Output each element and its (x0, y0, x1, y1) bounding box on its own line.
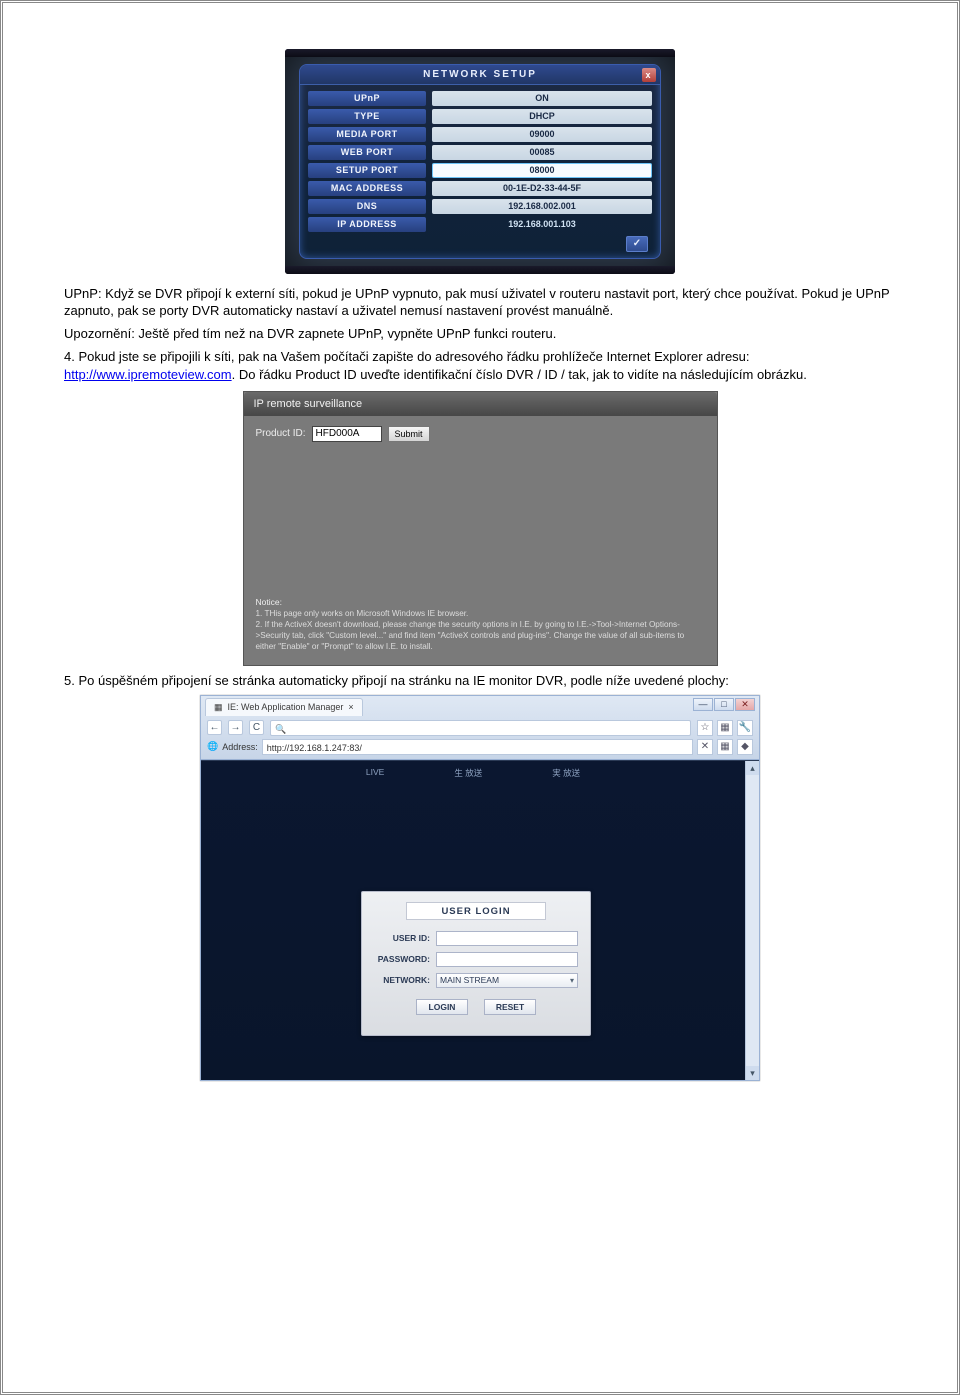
paragraph-warning: Upozornění: Ještě před tím než na DVR za… (64, 325, 896, 342)
scroll-up-icon[interactable]: ▴ (746, 761, 759, 775)
network-setup-dialog: NETWORK SETUP x UPnP ON TYPE DHCP MEDIA PO… (299, 64, 661, 259)
page-icon: ▦ (214, 702, 223, 713)
login-title: USER LOGIN (406, 902, 546, 920)
product-id-label: Product ID: (256, 428, 306, 439)
toolbar-icon-3[interactable]: ◆ (737, 739, 753, 755)
omnibox-input[interactable]: 🔍 (270, 720, 691, 736)
row-value-dns[interactable]: 192.168.002.001 (432, 199, 652, 214)
notice-heading: Notice: (256, 597, 705, 608)
user-id-label: USER ID: (374, 933, 430, 943)
dialog-titlebar: NETWORK SETUP x (300, 65, 660, 85)
wrench-icon[interactable]: 🔧 (737, 720, 753, 736)
paragraph-upnp-desc: UPnP: Když se DVR připojí k externí síti… (64, 285, 896, 319)
row-value-mediaport[interactable]: 09000 (432, 127, 652, 142)
window-maximize-icon[interactable]: □ (714, 698, 734, 711)
step4-text-pre: 4. Pokud jste se připojili k síti, pak n… (64, 349, 750, 364)
nav-forward-icon[interactable]: → (228, 720, 243, 735)
window-close-icon[interactable]: ✕ (735, 698, 755, 711)
browser-tab-title: IE: Web Application Manager (228, 702, 344, 712)
password-label: PASSWORD: (374, 954, 430, 964)
network-select[interactable]: MAIN STREAM (436, 973, 578, 988)
row-label-setupport: SETUP PORT (308, 163, 426, 178)
search-icon: 🔍 (271, 724, 286, 734)
row-value-upnp[interactable]: ON (432, 91, 652, 106)
window-minimize-icon[interactable]: — (693, 698, 713, 711)
row-value-setupport[interactable]: 08000 (432, 163, 652, 178)
row-label-webport: WEB PORT (308, 145, 426, 160)
plugin-icon[interactable]: ▦ (717, 720, 733, 736)
step4-text-post: . Do řádku Product ID uveďte identifikač… (232, 367, 807, 382)
toolbar-icon-1[interactable]: ✕ (697, 739, 713, 755)
reset-button[interactable]: RESET (484, 999, 536, 1015)
row-value-webport[interactable]: 00085 (432, 145, 652, 160)
login-button[interactable]: LOGIN (416, 999, 468, 1015)
ie-browser-window: — □ ✕ ▦ IE: Web Application Manager × ← … (200, 695, 760, 1081)
row-label-dns: DNS (308, 199, 426, 214)
globe-icon: 🌐 (207, 741, 218, 752)
tab-close-icon[interactable]: × (348, 702, 353, 712)
row-value-ip: 192.168.001.103 (432, 217, 652, 232)
ok-button[interactable]: ✓ (626, 236, 648, 252)
network-label: NETWORK: (374, 975, 430, 985)
row-label-type: TYPE (308, 109, 426, 124)
notice-line-1: 1. THis page only works on Microsoft Win… (256, 608, 705, 619)
scroll-down-icon[interactable]: ▾ (746, 1066, 759, 1080)
row-label-upnp: UPnP (308, 91, 426, 106)
network-setup-photo: NETWORK SETUP x UPnP ON TYPE DHCP MEDIA PO… (285, 49, 675, 274)
row-value-type[interactable]: DHCP (432, 109, 652, 124)
submit-button[interactable]: Submit (388, 426, 430, 442)
nav-back-icon[interactable]: ← (207, 720, 222, 735)
row-value-mac: 00-1E-D2-33-44-5F (432, 181, 652, 196)
paragraph-step4: 4. Pokud jste se připojili k síti, pak n… (64, 348, 896, 382)
user-id-input[interactable] (436, 931, 578, 946)
login-dialog: USER LOGIN USER ID: PASSWORD: NETWORK: M… (361, 891, 591, 1036)
address-label: Address: (222, 742, 258, 752)
star-icon[interactable]: ☆ (697, 720, 713, 736)
dialog-title: NETWORK SETUP (423, 69, 537, 80)
close-icon[interactable]: x (642, 68, 656, 82)
browser-tab[interactable]: ▦ IE: Web Application Manager × (205, 698, 363, 716)
body-tab-live[interactable]: LIVE (366, 767, 384, 779)
notice-block: Notice: 1. THis page only works on Micro… (256, 592, 705, 655)
row-label-mediaport: MEDIA PORT (308, 127, 426, 142)
row-label-ip: IP ADDRESS (308, 217, 426, 232)
body-tab-3[interactable]: 実 放送 (552, 767, 580, 779)
password-input[interactable] (436, 952, 578, 967)
ip-remote-surveillance-panel: IP remote surveillance Product ID: Submi… (243, 391, 718, 666)
address-input[interactable]: http://192.168.1.247:83/ (262, 739, 693, 755)
scrollbar[interactable]: ▴ ▾ (745, 761, 759, 1080)
panel-titlebar: IP remote surveillance (244, 392, 717, 416)
toolbar-icon-2[interactable]: ▦ (717, 739, 733, 755)
paragraph-step5: 5. Po úspěšném připojení se stránka auto… (64, 672, 896, 689)
product-id-input[interactable] (312, 426, 382, 442)
notice-line-2: 2. If the ActiveX doesn't download, plea… (256, 619, 705, 652)
nav-reload-icon[interactable]: C (249, 720, 264, 735)
ipremoteview-link[interactable]: http://www.ipremoteview.com (64, 367, 232, 382)
body-tab-2[interactable]: 生 放送 (454, 767, 482, 779)
row-label-mac: MAC ADDRESS (308, 181, 426, 196)
